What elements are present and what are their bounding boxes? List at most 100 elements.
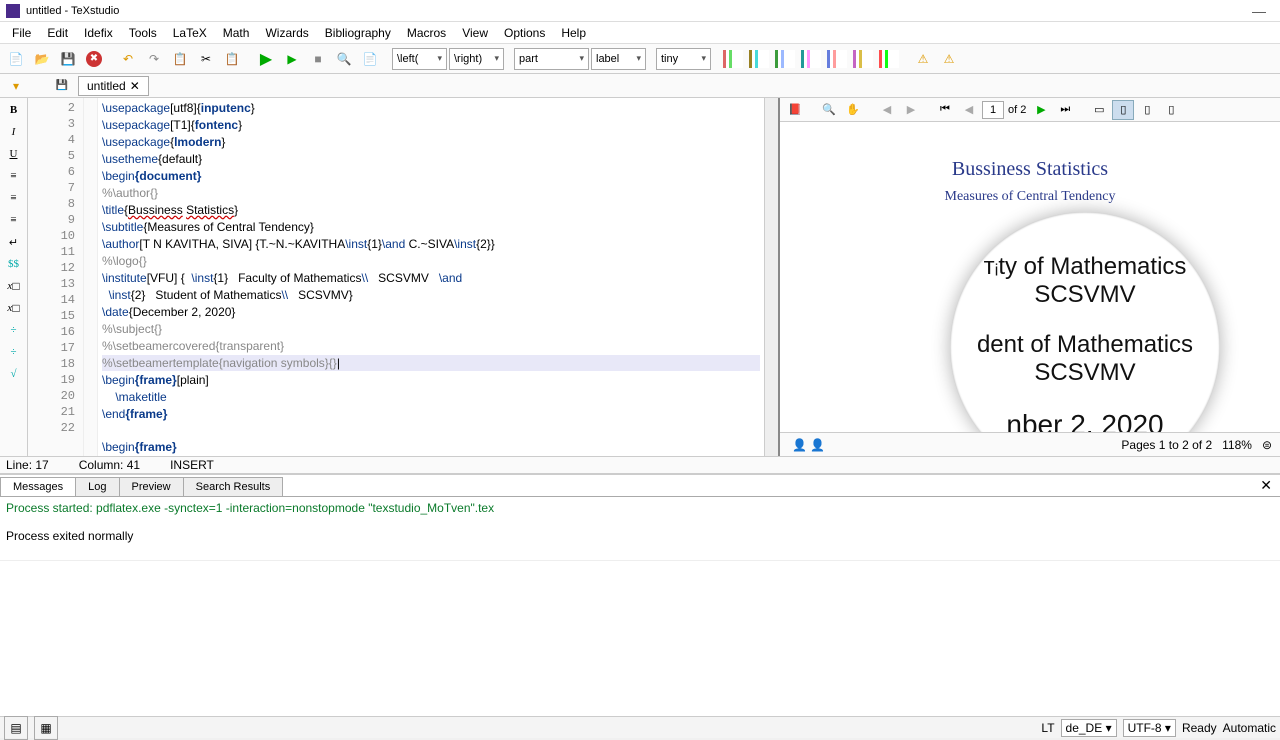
warn-button-2[interactable] [937, 47, 961, 71]
nav-fwd-button[interactable]: ▶ [900, 100, 922, 120]
stop-button[interactable] [306, 47, 330, 71]
build-button[interactable] [254, 47, 278, 71]
save-button[interactable] [56, 47, 80, 71]
italic-button[interactable]: I [3, 122, 25, 142]
menu-edit[interactable]: Edit [39, 24, 76, 42]
close-button[interactable] [82, 47, 106, 71]
newline-button[interactable]: ↵ [3, 232, 25, 252]
menu-help[interactable]: Help [553, 24, 594, 42]
fit-width-button[interactable]: ▭ [1088, 100, 1110, 120]
menu-idefix[interactable]: Idefix [76, 24, 121, 42]
right-delim-combo[interactable]: \right) [449, 48, 504, 70]
menu-file[interactable]: File [4, 24, 39, 42]
mag-line-1: ᴛᵢty of Mathematics [984, 253, 1187, 281]
subscript-button[interactable]: x□ [3, 276, 25, 296]
view-button[interactable] [332, 47, 356, 71]
first-page-button[interactable] [934, 100, 956, 120]
editor-scrollbar[interactable] [764, 98, 778, 456]
align-left-button[interactable]: ≡ [3, 166, 25, 186]
align-right-button[interactable]: ≡ [3, 210, 25, 230]
preview-footer: 👤 👤 Pages 1 to 2 of 2 118% ⊜ [780, 432, 1280, 456]
lang-combo[interactable]: de_DE ▾ [1061, 719, 1117, 737]
grid-button[interactable]: ▯ [1160, 100, 1182, 120]
viewlog-button[interactable] [358, 47, 382, 71]
table-btn-2[interactable] [747, 47, 771, 71]
document-tab[interactable]: untitled ✕ [78, 76, 149, 96]
bookmarks-button[interactable]: ▦ [34, 716, 58, 740]
doclist-button[interactable]: ▾ [4, 74, 28, 98]
process-exited-msg: Process exited normally [6, 529, 1274, 543]
open-button[interactable] [30, 47, 54, 71]
fold-gutter [84, 98, 98, 456]
main-toolbar: \left( \right) part label tiny [0, 44, 1280, 74]
encoding-combo[interactable]: UTF-8 ▾ [1123, 719, 1176, 737]
zoom-fit-icon[interactable]: ⊜ [1262, 438, 1272, 452]
menu-bibliography[interactable]: Bibliography [317, 24, 399, 42]
code-area[interactable]: \usepackage[utf8]{inputenc} \usepackage[… [98, 98, 764, 456]
math-button[interactable]: $$ [3, 254, 25, 274]
magnifier-lens: ᴛᵢty of Mathematics SCSVMV dent of Mathe… [950, 212, 1220, 432]
table-btn-3[interactable] [773, 47, 797, 71]
last-page-button[interactable] [1054, 100, 1076, 120]
menu-tools[interactable]: Tools [121, 24, 165, 42]
frac-button[interactable]: ÷ [3, 320, 25, 340]
menu-wizards[interactable]: Wizards [257, 24, 316, 42]
label-combo[interactable]: label [591, 48, 646, 70]
preview-content[interactable]: Bussiness Statistics Measures of Central… [780, 122, 1280, 432]
redo-button[interactable] [142, 47, 166, 71]
code-editor[interactable]: 2345678910111213141516171819202122 \usep… [28, 98, 778, 456]
table-btn-1[interactable] [721, 47, 745, 71]
zoom-label[interactable]: 118% [1222, 438, 1252, 452]
next-page-button[interactable] [1030, 100, 1052, 120]
cut-button[interactable] [194, 47, 218, 71]
fit-page-button[interactable]: ▯ [1112, 100, 1134, 120]
copy-button[interactable] [168, 47, 192, 71]
underline-button[interactable]: U [3, 144, 25, 164]
languagetool-label[interactable]: LT [1041, 721, 1054, 735]
editor-status: Line: 17 Column: 41 INSERT [0, 456, 1280, 474]
root-mode[interactable]: Automatic [1223, 721, 1276, 735]
tab-save-icon [50, 74, 74, 98]
fontsize-combo[interactable]: tiny [656, 48, 711, 70]
undo-button[interactable] [116, 47, 140, 71]
superscript-button[interactable]: x□ [3, 298, 25, 318]
table-btn-6[interactable] [851, 47, 875, 71]
structure-button[interactable]: ▤ [4, 716, 28, 740]
paste-button[interactable] [220, 47, 244, 71]
page-input[interactable] [982, 101, 1004, 119]
tab-search-results[interactable]: Search Results [183, 477, 284, 496]
minimize-button[interactable]: — [1244, 3, 1274, 19]
magnifier-button[interactable] [818, 100, 840, 120]
tab-messages[interactable]: Messages [0, 477, 76, 496]
nav-back-button[interactable]: ◀ [876, 100, 898, 120]
tab-log[interactable]: Log [75, 477, 119, 496]
menu-macros[interactable]: Macros [399, 24, 454, 42]
panel-close-button[interactable]: ✕ [1260, 477, 1272, 494]
mag-line-3: dent of Mathematics [977, 331, 1193, 359]
page-total: of 2 [1008, 104, 1026, 116]
tab-preview[interactable]: Preview [119, 477, 184, 496]
menu-math[interactable]: Math [215, 24, 258, 42]
mag-line-5: nber 2, 2020 [1006, 409, 1163, 432]
table-btn-5[interactable] [825, 47, 849, 71]
bold-button[interactable]: B [3, 100, 25, 120]
left-delim-combo[interactable]: \left( [392, 48, 447, 70]
prev-page-button[interactable] [958, 100, 980, 120]
pdf-icon[interactable] [784, 100, 806, 120]
continuous-button[interactable]: ▯ [1136, 100, 1158, 120]
menu-options[interactable]: Options [496, 24, 553, 42]
sqrt-button[interactable]: √ [3, 364, 25, 384]
warn-button-1[interactable] [911, 47, 935, 71]
menu-latex[interactable]: LaTeX [165, 24, 215, 42]
tab-close-icon[interactable]: ✕ [130, 79, 140, 93]
table-btn-4[interactable] [799, 47, 823, 71]
section-combo[interactable]: part [514, 48, 589, 70]
table-btn-7[interactable] [877, 47, 901, 71]
status-mode: INSERT [170, 458, 214, 472]
menu-view[interactable]: View [454, 24, 496, 42]
new-button[interactable] [4, 47, 28, 71]
compile-button[interactable] [280, 47, 304, 71]
hand-button[interactable] [842, 100, 864, 120]
dfrac-button[interactable]: ÷ [3, 342, 25, 362]
align-center-button[interactable]: ≡ [3, 188, 25, 208]
